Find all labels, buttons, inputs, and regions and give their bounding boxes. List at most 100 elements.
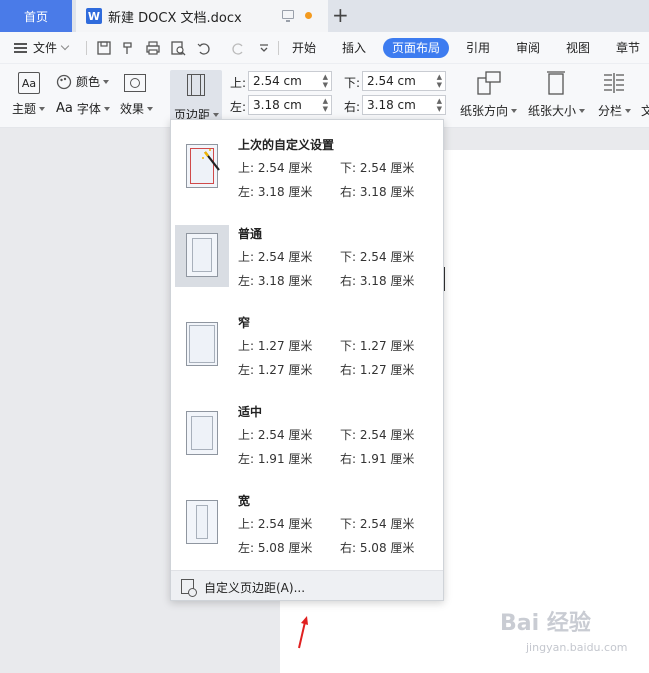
preset-name: 普通: [238, 227, 263, 241]
tab-references[interactable]: 引用: [457, 38, 499, 58]
watermark-logo: Bai 经验: [500, 611, 591, 636]
caret-down-icon: [103, 79, 110, 84]
format-painter-icon[interactable]: [120, 40, 136, 56]
tab-sections[interactable]: 章节: [607, 38, 649, 58]
margins-dropdown: 上次的自定义设置 上: 2.54 厘米 下: 2.54 厘米 左: 3.18 厘…: [170, 119, 444, 601]
caret-down-icon: [511, 108, 518, 113]
effects-label: 效果: [120, 102, 145, 116]
right-margin-value: 3.18 cm: [367, 98, 416, 112]
chevron-down-icon: [60, 41, 70, 50]
wps-writer-icon: W: [86, 8, 102, 24]
undo-icon[interactable]: [196, 40, 212, 56]
hamburger-icon: [14, 42, 27, 53]
effects-icon[interactable]: [124, 74, 146, 92]
tab-label: 开始: [292, 41, 317, 55]
fonts-button[interactable]: Aa 字体: [56, 100, 110, 117]
unsaved-dot-icon: [305, 12, 312, 19]
preset-bottom: 下: 1.27 厘米: [340, 339, 415, 353]
tab-label: 插入: [342, 41, 367, 55]
preset-right: 右: 1.91 厘米: [340, 452, 415, 466]
caret-down-icon: [625, 108, 632, 113]
page-icon: [186, 411, 218, 455]
menu-bar: 文件 开始 插入 页面布局 引用 审阅 视图 章节: [0, 32, 649, 64]
preset-bottom: 下: 2.54 厘米: [340, 428, 415, 442]
preset-left: 左: 3.18 厘米: [238, 185, 313, 199]
columns-icon[interactable]: [602, 72, 626, 94]
spinner-icon[interactable]: ▲ ▼: [437, 73, 442, 89]
paper-size-label: 纸张大小: [528, 104, 577, 118]
preset-top: 上: 2.54 厘米: [238, 517, 313, 531]
preset-right: 右: 1.27 厘米: [340, 363, 415, 377]
print-preview-icon[interactable]: [170, 40, 186, 56]
redo-icon[interactable]: [230, 40, 246, 56]
page-icon: [186, 500, 218, 544]
preset-name: 宽: [238, 494, 251, 508]
preset-left: 左: 1.91 厘米: [238, 452, 313, 466]
font-icon: Aa: [56, 101, 73, 116]
preset-last-custom[interactable]: 上次的自定义设置 上: 2.54 厘米 下: 2.54 厘米 左: 3.18 厘…: [171, 120, 443, 208]
watermark-url: jingyan.baidu.com: [526, 641, 628, 654]
spinner-icon[interactable]: ▲ ▼: [323, 73, 328, 89]
save-icon[interactable]: [96, 40, 112, 56]
bottom-margin-field[interactable]: 2.54 cm ▲ ▼: [362, 71, 446, 91]
tab-home-ribbon[interactable]: 开始: [283, 38, 325, 58]
tab-review[interactable]: 审阅: [507, 38, 549, 58]
orientation-label: 纸张方向: [460, 104, 509, 118]
bottom-margin-label: 下:: [344, 76, 361, 90]
custom-margins-menu-item[interactable]: 自定义页边距(A)...: [171, 570, 443, 600]
page-settings-icon: [181, 579, 197, 597]
preset-name: 窄: [238, 316, 251, 330]
preset-bottom: 下: 2.54 厘米: [340, 517, 415, 531]
top-margin-value: 2.54 cm: [253, 74, 302, 88]
preset-narrow[interactable]: 窄 上: 1.27 厘米 下: 1.27 厘米 左: 1.27 厘米 右: 1.…: [171, 298, 443, 386]
colors-button[interactable]: 颜色: [56, 73, 110, 90]
ribbon-overflow-label[interactable]: 文: [641, 102, 649, 119]
effects-button[interactable]: 效果: [120, 100, 154, 117]
top-margin-field[interactable]: 2.54 cm ▲ ▼: [248, 71, 332, 91]
preset-bottom: 下: 2.54 厘米: [340, 161, 415, 175]
preset-name: 上次的自定义设置: [238, 138, 335, 152]
paper-size-button[interactable]: 纸张大小: [528, 102, 586, 119]
preset-right: 右: 3.18 厘米: [340, 274, 415, 288]
preset-normal[interactable]: 普通 上: 2.54 厘米 下: 2.54 厘米 左: 3.18 厘米 右: 3…: [171, 209, 443, 297]
tab-page-layout[interactable]: 页面布局: [383, 38, 450, 58]
text-cursor: [439, 267, 445, 291]
preset-thumbnail: [175, 403, 229, 465]
new-tab-button[interactable]: +: [332, 3, 349, 27]
magic-wand-icon: [202, 149, 220, 171]
right-margin-field[interactable]: 3.18 cm ▲ ▼: [362, 95, 446, 115]
left-margin-value: 3.18 cm: [253, 98, 302, 112]
monitor-icon[interactable]: [282, 10, 294, 22]
preset-moderate[interactable]: 适中 上: 2.54 厘米 下: 2.54 厘米 左: 1.91 厘米 右: 1…: [171, 387, 443, 475]
file-menu[interactable]: 文件: [14, 39, 70, 56]
tab-label: 引用: [466, 41, 491, 55]
tab-insert[interactable]: 插入: [333, 38, 375, 58]
document-title: 新建 DOCX 文档.docx: [108, 10, 242, 26]
tab-label: 视图: [566, 41, 591, 55]
right-margin-label: 右:: [344, 100, 361, 114]
columns-button[interactable]: 分栏: [598, 102, 632, 119]
tab-bar: 首页 W 新建 DOCX 文档.docx +: [0, 0, 649, 32]
preset-wide[interactable]: 宽 上: 2.54 厘米 下: 2.54 厘米 左: 5.08 厘米 右: 5.…: [171, 476, 443, 564]
tab-view[interactable]: 视图: [557, 38, 599, 58]
margins-icon: [187, 74, 205, 96]
print-icon[interactable]: [145, 40, 161, 56]
margins-button[interactable]: 页边距: [170, 70, 222, 126]
divider: [86, 41, 87, 55]
theme-button[interactable]: 主题: [12, 100, 46, 117]
caret-down-icon: [39, 106, 46, 111]
file-menu-label: 文件: [33, 41, 58, 55]
divider: [278, 41, 279, 55]
preset-top: 上: 1.27 厘米: [238, 339, 313, 353]
tab-home[interactable]: 首页: [0, 0, 72, 32]
theme-label: 主题: [12, 102, 37, 116]
paper-size-icon[interactable]: [544, 70, 568, 96]
orientation-icon[interactable]: [476, 70, 502, 96]
theme-icon[interactable]: Aa: [18, 72, 40, 94]
preset-left: 左: 3.18 厘米: [238, 274, 313, 288]
orientation-button[interactable]: 纸张方向: [460, 102, 518, 119]
spinner-icon[interactable]: ▲ ▼: [437, 97, 442, 113]
left-margin-field[interactable]: 3.18 cm ▲ ▼: [248, 95, 332, 115]
customize-toolbar-icon[interactable]: [256, 40, 272, 56]
spinner-icon[interactable]: ▲ ▼: [323, 97, 328, 113]
